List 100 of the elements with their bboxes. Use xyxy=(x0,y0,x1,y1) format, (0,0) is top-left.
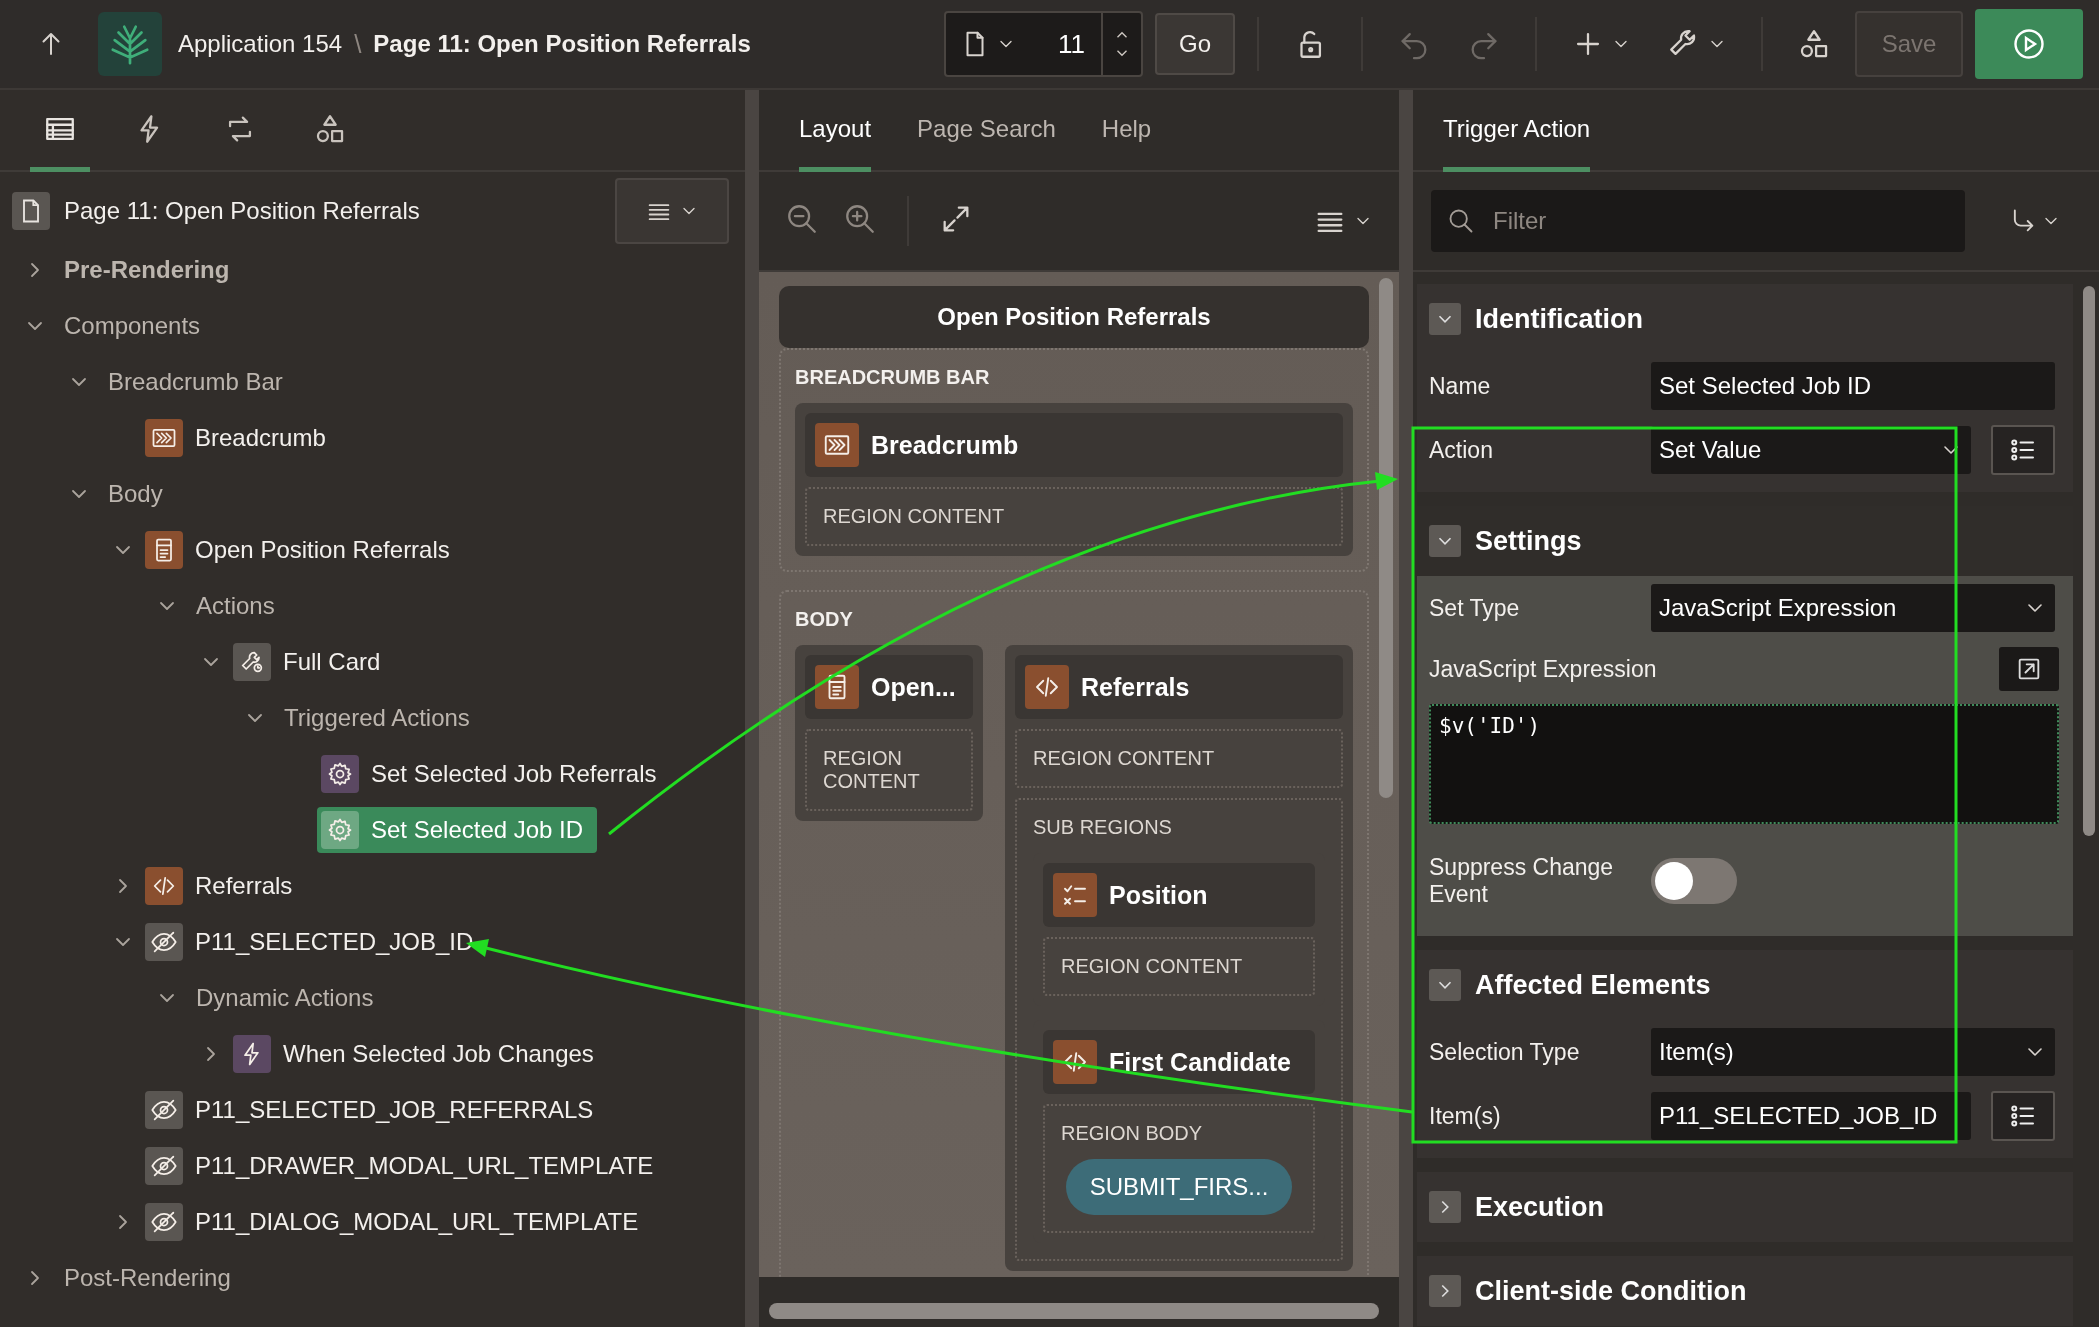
region-card[interactable]: Referrals REGION CONTENT SUB REGIONS Position REGION CONTENT First Candidate REGION BODY SUBMIT_FIRS... xyxy=(1005,645,1353,1271)
zoom-in-icon xyxy=(843,202,877,236)
expand-editor-button[interactable] xyxy=(1999,647,2059,691)
slot-label: REGION BODY xyxy=(1061,1122,1204,1145)
page-number-field[interactable]: 11 xyxy=(1030,28,1101,60)
list-picker-button[interactable] xyxy=(1991,425,2055,475)
button-placeholder[interactable]: SUBMIT_FIRS... xyxy=(1065,1159,1293,1215)
tree-item[interactable]: Components xyxy=(60,308,215,344)
tree-item[interactable]: P11_DIALOG_MODAL_URL_TEMPLATE xyxy=(141,1199,653,1245)
code-editor[interactable]: $v('ID') xyxy=(1429,704,2059,824)
slot-label: REGION CONTENT xyxy=(1033,747,1216,770)
expand-toggle[interactable] xyxy=(1429,1275,1461,1307)
lightning-icon xyxy=(233,1035,271,1073)
go-button[interactable]: Go xyxy=(1155,13,1235,75)
scrollbar[interactable] xyxy=(769,1303,1379,1319)
play-icon xyxy=(2011,26,2047,62)
region-card[interactable]: Breadcrumb REGION CONTENT xyxy=(795,403,1353,556)
region-header[interactable]: Referrals xyxy=(1015,655,1343,719)
collapse-toggle[interactable] xyxy=(1429,303,1461,335)
hidden-eye-icon xyxy=(145,1147,183,1185)
document-icon xyxy=(815,665,859,709)
panel-tab[interactable]: Help xyxy=(1101,90,1152,172)
slot-label: REGION CONTENT xyxy=(823,505,1006,528)
select-field[interactable]: JavaScript Expression xyxy=(1651,584,2055,632)
property-label: JavaScript Expression xyxy=(1429,655,1657,683)
tree-item[interactable]: P11_DRAWER_MODAL_URL_TEMPLATE xyxy=(141,1143,668,1189)
tree-item[interactable]: Breadcrumb xyxy=(141,415,340,461)
app-logo[interactable] xyxy=(98,12,162,76)
code-icon xyxy=(145,867,183,905)
region-header[interactable]: First Candidate xyxy=(1043,1030,1315,1094)
property-label: Suppress Change Event xyxy=(1429,854,1615,908)
property-label: Selection Type xyxy=(1429,1038,1581,1066)
collapse-toggle[interactable] xyxy=(1429,969,1461,1001)
region-title: First Candidate xyxy=(1109,1047,1291,1077)
region-title: Position xyxy=(1109,880,1208,910)
expand-toggle[interactable] xyxy=(1429,1191,1461,1223)
position-label: BREADCRUMB BAR xyxy=(795,365,991,390)
region-header[interactable]: Breadcrumb xyxy=(805,413,1343,477)
region-card[interactable]: Open... REGION CONTENT xyxy=(795,645,983,821)
breadcrumb-icon xyxy=(815,423,859,467)
property-label: Item(s) xyxy=(1429,1102,1502,1130)
section-title: Settings xyxy=(1475,525,1582,557)
filter-field[interactable]: Filter xyxy=(1431,190,1965,252)
tree-item[interactable]: Actions xyxy=(192,588,289,624)
section-title: Execution xyxy=(1475,1191,1605,1223)
checklist-icon xyxy=(1053,873,1097,917)
tree-item[interactable]: P11_SELECTED_JOB_ID xyxy=(141,919,488,965)
property-label: Action xyxy=(1429,436,1494,464)
app-name[interactable]: Application 154 xyxy=(178,30,343,58)
hidden-eye-icon xyxy=(145,923,183,961)
region-header[interactable]: Open... xyxy=(805,655,973,719)
document-icon xyxy=(145,531,183,569)
tree-item[interactable]: Triggered Actions xyxy=(280,700,484,736)
region-title: Referrals xyxy=(1081,672,1190,702)
panel-tab[interactable]: Page Search xyxy=(917,90,1056,172)
property-label: Set Type xyxy=(1429,594,1521,622)
panel-tab[interactable]: Trigger Action xyxy=(1443,90,1591,172)
collapse-toggle[interactable] xyxy=(1429,525,1461,557)
region-title: Breadcrumb xyxy=(871,430,1019,460)
tree-item[interactable]: Breadcrumb Bar xyxy=(104,364,297,400)
panel-splitter[interactable] xyxy=(1399,90,1413,1327)
toggle-switch[interactable] xyxy=(1651,858,1737,904)
tree-item[interactable]: Set Selected Job Referrals xyxy=(317,751,671,797)
layout-page-title: Open Position Referrals xyxy=(779,286,1369,348)
text-field[interactable]: Set Selected Job ID xyxy=(1651,362,2055,410)
tree-menu-button[interactable] xyxy=(615,178,729,244)
section-title: Affected Elements xyxy=(1475,969,1711,1001)
tree-item[interactable]: P11_SELECTED_JOB_REFERRALS xyxy=(141,1087,608,1133)
region-header[interactable]: Position xyxy=(1043,863,1315,927)
tree-item[interactable]: Dynamic Actions xyxy=(192,980,388,1016)
scrollbar[interactable] xyxy=(2083,286,2095,836)
scrollbar[interactable] xyxy=(1379,278,1393,798)
gear-icon xyxy=(321,755,359,793)
tree-item[interactable]: Open Position Referrals xyxy=(141,527,464,573)
section-title: Client-side Condition xyxy=(1475,1275,1747,1307)
panel-tab[interactable]: Layout xyxy=(799,90,872,172)
list-picker-button[interactable] xyxy=(1991,1091,2055,1141)
code-icon xyxy=(1025,665,1069,709)
select-field[interactable]: Item(s) xyxy=(1651,1028,2055,1076)
hidden-eye-icon xyxy=(145,1091,183,1129)
property-label: Name xyxy=(1429,372,1492,400)
hidden-eye-icon xyxy=(145,1203,183,1241)
select-field[interactable]: Set Value xyxy=(1651,426,1971,474)
section-title: Identification xyxy=(1475,303,1643,335)
tree-item[interactable]: Post-Rendering xyxy=(60,1260,245,1296)
tree-item[interactable]: Body xyxy=(104,476,177,512)
wrench-icon xyxy=(233,643,271,681)
tree-item[interactable]: When Selected Job Changes xyxy=(229,1031,608,1077)
page-icon xyxy=(12,192,50,230)
tree-item[interactable]: Referrals xyxy=(141,863,307,909)
tree-root-label[interactable]: Page 11: Open Position Referrals xyxy=(64,197,601,225)
slot-label: REGION CONTENT xyxy=(823,747,921,793)
text-field[interactable]: P11_SELECTED_JOB_ID xyxy=(1651,1092,1971,1140)
position-label: BODY xyxy=(795,607,854,632)
tree-item[interactable]: Full Card xyxy=(229,639,395,685)
run-button[interactable] xyxy=(1975,9,2083,79)
search-icon xyxy=(1447,207,1475,235)
tree-item[interactable]: Pre-Rendering xyxy=(60,252,244,288)
tree-item[interactable]: Set Selected Job ID xyxy=(317,807,598,853)
page-title: Page 11: Open Position Referrals xyxy=(373,30,751,58)
